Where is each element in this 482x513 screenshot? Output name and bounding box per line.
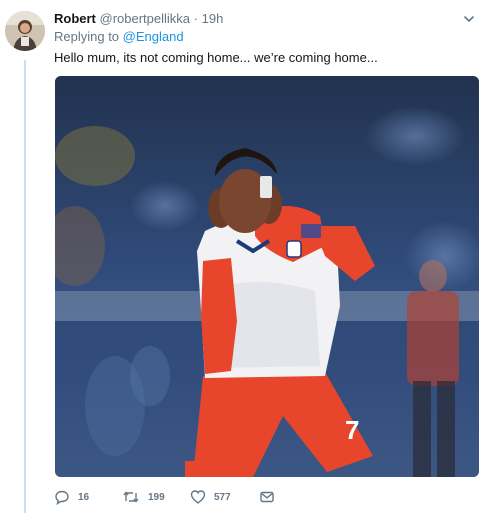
avatar[interactable]	[5, 11, 45, 51]
envelope-icon	[259, 489, 275, 505]
chevron-down-icon[interactable]	[462, 12, 476, 26]
tweet-header: Robert @robertpellikka · 19h	[54, 10, 476, 28]
replying-to-mention[interactable]: @England	[123, 29, 184, 44]
avatar-image	[5, 11, 45, 51]
replying-to: Replying to @England	[54, 29, 184, 45]
tweet-actions: 16 199 577	[54, 487, 474, 507]
like-button[interactable]: 577	[190, 487, 231, 507]
heart-icon	[190, 489, 206, 505]
tweet-timestamp[interactable]: 19h	[202, 11, 224, 26]
photo-football-player: 7	[55, 76, 479, 477]
retweet-icon	[122, 489, 140, 505]
retweet-count: 199	[148, 491, 165, 503]
reply-icon	[54, 489, 70, 505]
tweet-text: Hello mum, its not coming home... we’re …	[54, 50, 378, 65]
like-count: 577	[214, 491, 231, 503]
direct-message-button[interactable]	[259, 487, 275, 507]
tweet-photo[interactable]: 7	[55, 76, 479, 477]
author-name[interactable]: Robert	[54, 11, 96, 26]
shirt-number: 7	[345, 415, 359, 445]
reply-button[interactable]: 16	[54, 487, 89, 507]
separator-dot: ·	[193, 11, 198, 26]
thread-line	[24, 60, 26, 513]
reply-count: 16	[78, 491, 90, 503]
author-handle[interactable]: @robertpellikka	[100, 11, 191, 26]
replying-to-label: Replying to	[54, 29, 120, 44]
retweet-button[interactable]: 199	[122, 487, 165, 507]
